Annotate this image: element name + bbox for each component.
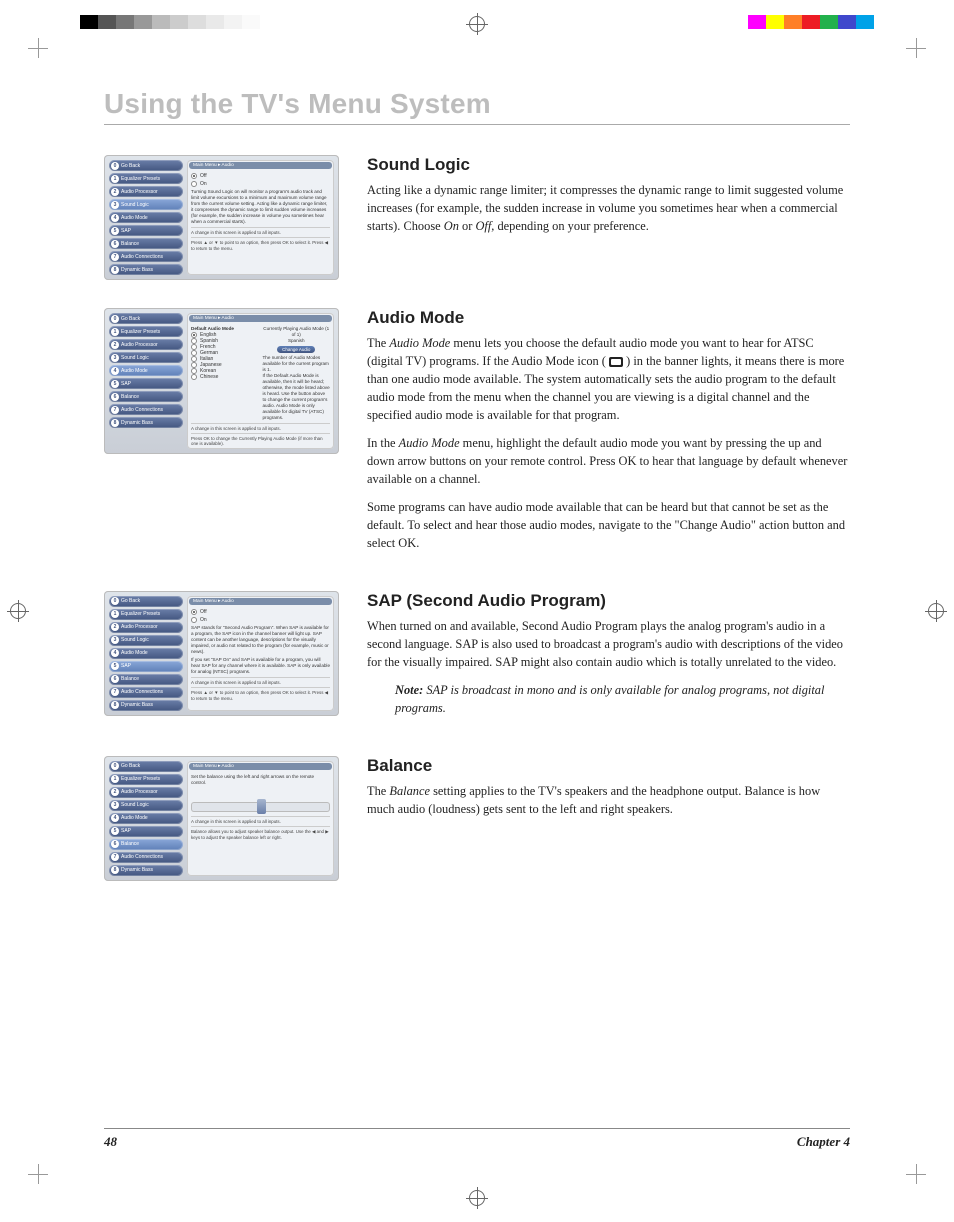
panel-applied-note: A change in this screen is applied to al… [191, 423, 330, 431]
tv-menu-audio-mode: 0Go Back 1Equalizer Presets 2Audio Proce… [104, 308, 339, 454]
breadcrumb: Main Menu ▸ Audio [189, 162, 332, 169]
panel-applied-note: A change in this screen is applied to al… [191, 227, 330, 235]
registration-mark-icon [10, 603, 26, 619]
heading-balance: Balance [367, 756, 850, 776]
menu-item-sound-logic[interactable]: 3Sound Logic [109, 800, 183, 811]
page-body: Using the TV's Menu System 0Go Back 1Equ… [60, 50, 894, 1172]
menu-item-balance[interactable]: 6Balance [109, 391, 183, 402]
menu-item-audio-mode[interactable]: 4Audio Mode [109, 813, 183, 824]
panel-help: Press OK to change the Currently Playing… [191, 433, 330, 446]
menu-item-audio-processor[interactable]: 2Audio Processor [109, 186, 183, 197]
radio-off[interactable]: Off [191, 609, 330, 615]
crop-mark-icon [906, 1164, 926, 1184]
menu-item-go-back[interactable]: 0Go Back [109, 596, 183, 607]
menu-item-sap[interactable]: 5SAP [109, 378, 183, 389]
menu-item-dynamic-bass[interactable]: 8Dynamic Bass [109, 264, 183, 275]
menu-item-audio-processor[interactable]: 2Audio Processor [109, 622, 183, 633]
menu-item-dynamic-bass[interactable]: 8Dynamic Bass [109, 417, 183, 428]
panel-description: Turning Sound Logic on will monitor a pr… [191, 189, 330, 225]
body-text: In the Audio Mode menu, highlight the de… [367, 435, 850, 489]
panel-applied-note: A change in this screen is applied to al… [191, 816, 330, 824]
balance-slider[interactable] [191, 802, 330, 812]
menu-item-go-back[interactable]: 0Go Back [109, 761, 183, 772]
body-text: Acting like a dynamic range limiter; it … [367, 182, 850, 236]
panel-description: The number of Audio Modes available for … [263, 355, 331, 373]
panel-description: SAP stands for "Second Audio Program". W… [191, 625, 330, 655]
section-sap: 0Go Back 1Equalizer Presets 2Audio Proce… [104, 591, 850, 728]
panel-help: Press ▲ or ▼ to point to an option, then… [191, 237, 330, 251]
menu-item-audio-processor[interactable]: 2Audio Processor [109, 787, 183, 798]
breadcrumb: Main Menu ▸ Audio [189, 315, 332, 322]
panel-applied-note: A change in this screen is applied to al… [191, 677, 330, 685]
menu-item-audio-connections[interactable]: 7Audio Connections [109, 687, 183, 698]
menu-item-sound-logic[interactable]: 3Sound Logic [109, 352, 183, 363]
registration-mark-icon [469, 16, 485, 32]
panel-description: If the Default Audio Mode is available, … [263, 373, 331, 421]
menu-item-audio-connections[interactable]: 7Audio Connections [109, 852, 183, 863]
panel-description: If you set "SAP On" and SAP is available… [191, 657, 330, 675]
section-balance: 0Go Back 1Equalizer Presets 2Audio Proce… [104, 756, 850, 881]
breadcrumb: Main Menu ▸ Audio [189, 763, 332, 770]
page-footer: 48 Chapter 4 [104, 1128, 850, 1150]
registration-mark-icon [928, 603, 944, 619]
change-audio-button[interactable]: Change Audio [277, 346, 315, 353]
body-text: Some programs can have audio mode availa… [367, 499, 850, 553]
note-text: Note: SAP is broadcast in mono and is on… [367, 682, 850, 718]
heading-audio-mode: Audio Mode [367, 308, 850, 328]
menu-item-dynamic-bass[interactable]: 8Dynamic Bass [109, 865, 183, 876]
registration-mark-icon [469, 1190, 485, 1206]
page-number: 48 [104, 1134, 117, 1150]
color-bar-right [748, 15, 892, 29]
menu-item-balance[interactable]: 6Balance [109, 238, 183, 249]
heading-sound-logic: Sound Logic [367, 155, 850, 175]
menu-item-eq-presets[interactable]: 1Equalizer Presets [109, 173, 183, 184]
menu-item-sap[interactable]: 5SAP [109, 661, 183, 672]
menu-item-audio-connections[interactable]: 7Audio Connections [109, 404, 183, 415]
crop-mark-icon [906, 38, 926, 58]
menu-item-eq-presets[interactable]: 1Equalizer Presets [109, 609, 183, 620]
menu-item-balance[interactable]: 6Balance [109, 674, 183, 685]
menu-item-sap[interactable]: 5SAP [109, 826, 183, 837]
radio-on[interactable]: On [191, 181, 330, 187]
menu-item-eq-presets[interactable]: 1Equalizer Presets [109, 326, 183, 337]
breadcrumb: Main Menu ▸ Audio [189, 598, 332, 605]
crop-mark-icon [28, 1164, 48, 1184]
radio-off[interactable]: Off [191, 173, 330, 179]
menu-item-sound-logic[interactable]: 3Sound Logic [109, 199, 183, 210]
panel-help: Press ▲ or ▼ to point to an option, then… [191, 687, 330, 701]
menu-item-balance[interactable]: 6Balance [109, 839, 183, 850]
currently-playing-value: Spanish [263, 338, 331, 344]
section-sound-logic: 0Go Back 1Equalizer Presets 2Audio Proce… [104, 155, 850, 280]
menu-item-sound-logic[interactable]: 3Sound Logic [109, 635, 183, 646]
menu-item-audio-mode[interactable]: 4Audio Mode [109, 212, 183, 223]
chapter-title: Using the TV's Menu System [104, 88, 850, 125]
menu-item-audio-mode[interactable]: 4Audio Mode [109, 648, 183, 659]
body-text: The Balance setting applies to the TV's … [367, 783, 850, 819]
tv-menu-sap: 0Go Back 1Equalizer Presets 2Audio Proce… [104, 591, 339, 716]
panel-description: Set the balance using the left and right… [191, 774, 330, 786]
menu-item-audio-mode[interactable]: 4Audio Mode [109, 365, 183, 376]
radio-chinese[interactable]: Chinese [191, 374, 259, 380]
menu-item-eq-presets[interactable]: 1Equalizer Presets [109, 774, 183, 785]
chapter-label: Chapter 4 [797, 1134, 850, 1150]
crop-mark-icon [28, 38, 48, 58]
menu-item-go-back[interactable]: 0Go Back [109, 160, 183, 171]
radio-on[interactable]: On [191, 617, 330, 623]
menu-item-audio-processor[interactable]: 2Audio Processor [109, 339, 183, 350]
body-text: The Audio Mode menu lets you choose the … [367, 335, 850, 425]
audio-mode-icon [609, 357, 623, 367]
color-bar-left [62, 15, 278, 29]
menu-item-sap[interactable]: 5SAP [109, 225, 183, 236]
menu-item-audio-connections[interactable]: 7Audio Connections [109, 251, 183, 262]
currently-playing-label: Currently Playing Audio Mode (1 of 1) [263, 326, 331, 338]
section-audio-mode: 0Go Back 1Equalizer Presets 2Audio Proce… [104, 308, 850, 563]
tv-menu-balance: 0Go Back 1Equalizer Presets 2Audio Proce… [104, 756, 339, 881]
menu-item-dynamic-bass[interactable]: 8Dynamic Bass [109, 700, 183, 711]
panel-help: Balance allows you to adjust speaker bal… [191, 826, 330, 840]
tv-menu-sound-logic: 0Go Back 1Equalizer Presets 2Audio Proce… [104, 155, 339, 280]
heading-sap: SAP (Second Audio Program) [367, 591, 850, 611]
body-text: When turned on and available, Second Aud… [367, 618, 850, 672]
menu-item-go-back[interactable]: 0Go Back [109, 313, 183, 324]
